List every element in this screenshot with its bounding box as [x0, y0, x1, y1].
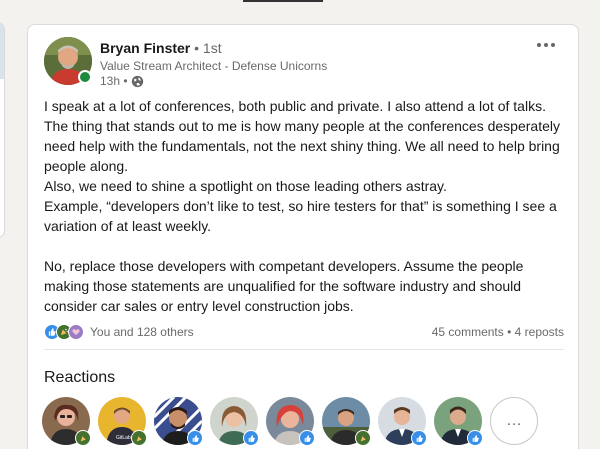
celebrate-icon — [75, 430, 91, 446]
engagement-counts: 45 comments • 4 reposts — [432, 325, 564, 339]
post-paragraph: Also, we need to shine a spotlight on th… — [44, 178, 447, 194]
author-name-row: Bryan Finster • 1st — [100, 39, 222, 57]
post-paragraph: No, replace those developers with compet… — [44, 258, 524, 314]
reactor-avatar[interactable] — [154, 397, 203, 446]
left-card-banner — [0, 23, 4, 79]
reactions-summary[interactable]: You and 128 others — [44, 324, 194, 340]
top-nav-indicator — [243, 0, 323, 2]
celebrate-icon — [355, 430, 371, 446]
reactor-avatar[interactable]: GitLab — [98, 397, 147, 446]
like-icon — [467, 430, 483, 446]
reactor-avatars-list: GitLab … — [42, 397, 538, 446]
online-status-indicator — [78, 70, 92, 84]
left-sidebar-card — [0, 22, 5, 238]
globe-icon — [131, 75, 144, 88]
post-body: I speak at a lot of conferences, both pu… — [44, 96, 566, 316]
celebrate-icon — [131, 430, 147, 446]
post-meta: 13h • — [100, 73, 144, 89]
social-counts-row: You and 128 others 45 comments • 4 repos… — [44, 322, 564, 342]
counts-separator: • — [503, 325, 515, 339]
post-timestamp[interactable]: 13h • — [100, 73, 128, 89]
comments-count-link[interactable]: 45 comments — [432, 325, 504, 339]
reactor-avatar[interactable] — [434, 397, 483, 446]
connection-degree: • 1st — [194, 40, 222, 56]
reactions-count-label: You and 128 others — [90, 325, 194, 339]
author-name[interactable]: Bryan Finster — [100, 40, 190, 56]
reactor-avatar[interactable] — [210, 397, 259, 446]
more-reactions-button[interactable]: … — [490, 397, 538, 445]
reactor-avatar[interactable] — [378, 397, 427, 446]
divider — [44, 349, 564, 350]
like-icon — [411, 430, 427, 446]
reactor-avatar[interactable] — [266, 397, 315, 446]
reactor-avatar[interactable] — [322, 397, 371, 446]
like-icon — [299, 430, 315, 446]
post-paragraph: Example, “developers don’t like to test,… — [44, 198, 557, 234]
reposts-count-link[interactable]: 4 reposts — [515, 325, 564, 339]
more-options-icon[interactable] — [530, 35, 562, 55]
svg-text:GitLab: GitLab — [116, 435, 131, 441]
author-headline: Value Stream Architect - Defense Unicorn… — [100, 59, 328, 73]
like-icon — [187, 430, 203, 446]
post-paragraph: I speak at a lot of conferences, both pu… — [44, 98, 560, 174]
reactor-avatar[interactable] — [42, 397, 91, 446]
reactions-heading: Reactions — [44, 369, 116, 386]
support-icon — [68, 324, 84, 340]
like-icon — [243, 430, 259, 446]
post-card: Bryan Finster • 1st Value Stream Archite… — [27, 24, 579, 449]
